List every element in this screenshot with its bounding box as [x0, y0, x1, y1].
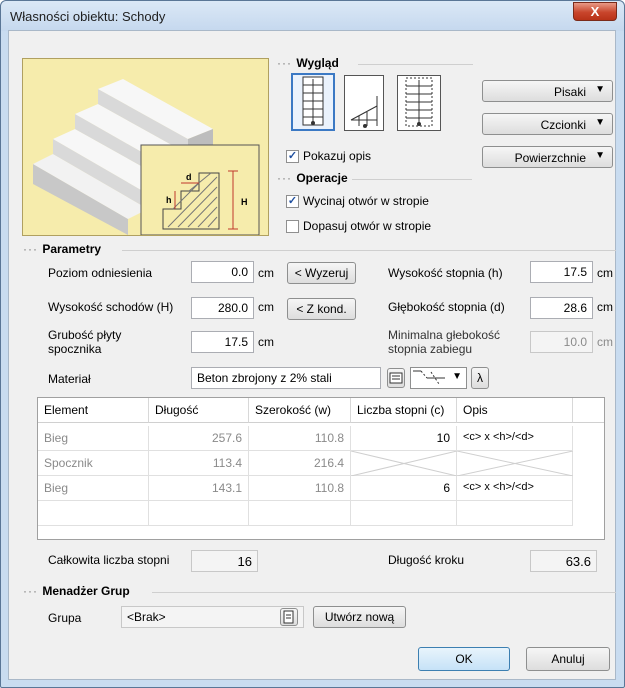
landing-thickness-label: Grubość płyty spocznika [48, 328, 122, 356]
svg-text:d: d [186, 172, 192, 182]
surfaces-label: Powierzchnie [514, 151, 586, 165]
step-length-value: 63.6 [530, 550, 597, 572]
table-cell-element[interactable]: Bieg [38, 476, 149, 501]
step-height-field[interactable]: 17.5 [530, 261, 593, 283]
params-divider [122, 250, 616, 251]
table-cell-width[interactable]: 110.8 [249, 476, 351, 501]
table-empty-cell [457, 501, 573, 526]
stair-preview-image: H d h [22, 58, 269, 236]
stairs-height-unit: cm [258, 300, 274, 314]
min-winder-depth-unit: cm [597, 335, 613, 349]
table-empty-cell [38, 501, 149, 526]
step-depth-unit: cm [597, 300, 613, 314]
cancel-button[interactable]: Anuluj [526, 647, 610, 671]
material-field[interactable]: Beton zbrojony z 2% stali [191, 367, 381, 389]
stair-illustration-icon: H d h [33, 79, 260, 236]
table-cell-steps[interactable]: 6 [351, 476, 457, 501]
params-section-title: ··· Parametry [23, 242, 102, 256]
material-edit-icon[interactable] [387, 368, 405, 388]
table-header-desc: Opis [457, 398, 573, 423]
step-depth-label: Głębokość stopnia (d) [388, 300, 505, 314]
step-height-unit: cm [597, 266, 613, 280]
step-length-label: Długość kroku [388, 553, 465, 567]
from-floor-button[interactable]: < Z kond. [287, 298, 356, 320]
appearance-divider [358, 64, 473, 65]
table-cell-element[interactable]: Spocznik [38, 451, 149, 476]
landing-stair-icon[interactable] [344, 75, 384, 131]
reset-button[interactable]: < Wyzeruj [287, 262, 356, 284]
chevron-down-icon: ▼ [595, 150, 605, 161]
step-depth-field[interactable]: 28.6 [530, 297, 593, 319]
checkmark-icon: ✓ [286, 194, 299, 208]
ref-level-unit: cm [258, 266, 274, 280]
table-cell-length[interactable]: 113.4 [149, 451, 249, 476]
group-browse-icon[interactable] [280, 608, 298, 626]
group-label: Grupa [48, 611, 82, 625]
landing-thickness-field[interactable]: 17.5 [191, 331, 254, 353]
operations-section-title: ··· Operacje [277, 171, 348, 185]
svg-text:H: H [241, 197, 248, 207]
ok-button[interactable]: OK [418, 647, 510, 671]
checkmark-icon: ✓ [286, 149, 299, 163]
ref-level-label: Poziom odniesienia [48, 266, 153, 280]
show-description-checkbox[interactable]: ✓ Pokazuj opis [286, 149, 371, 163]
pens-dropdown-button[interactable]: Pisaki ▼ [482, 80, 613, 102]
landing-thickness-unit: cm [258, 335, 274, 349]
flights-table: Element Długość Szerokość (w) Liczba sto… [37, 397, 605, 540]
groups-divider [152, 592, 616, 593]
table-cell-length[interactable]: 143.1 [149, 476, 249, 501]
table-cell-length[interactable]: 257.6 [149, 426, 249, 451]
table-header-length: Długość [149, 398, 249, 423]
pens-label: Pisaki [553, 85, 586, 99]
table-empty-cell [351, 501, 457, 526]
table-cell-width[interactable]: 110.8 [249, 426, 351, 451]
table-header-width: Szerokość (w) [249, 398, 351, 423]
table-cell-steps-na [350, 450, 458, 477]
title-bar: Własności obiektu: Schody X [1, 1, 624, 31]
table-cell-desc[interactable]: <c> x <h>/<d> [457, 476, 573, 501]
dual-flight-stair-icon[interactable] [397, 75, 441, 131]
create-group-button[interactable]: Utwórz nową [313, 606, 406, 628]
chevron-down-icon: ▼ [452, 371, 462, 382]
table-header-element: Element [38, 398, 149, 423]
stairs-height-label: Wysokość schodów (H) [48, 300, 174, 314]
window-title: Własności obiektu: Schody [10, 9, 166, 24]
surfaces-dropdown-button[interactable]: Powierzchnie ▼ [482, 146, 613, 168]
svg-text:h: h [166, 195, 172, 205]
total-steps-value: 16 [191, 550, 258, 572]
stairs-height-field[interactable]: 280.0 [191, 297, 254, 319]
table-empty-cell [249, 501, 351, 526]
material-label: Materiał [48, 372, 91, 386]
appearance-section-title: ··· Wygląd [277, 56, 339, 70]
fonts-label: Czcionki [540, 118, 586, 132]
table-cell-desc[interactable]: <c> x <h>/<d> [457, 426, 573, 451]
step-height-label: Wysokość stopnia (h) [388, 266, 503, 280]
lambda-button[interactable]: λ [471, 367, 489, 389]
table-cell-width[interactable]: 216.4 [249, 451, 351, 476]
chevron-down-icon: ▼ [595, 117, 605, 128]
hatch-pattern-icon [413, 370, 445, 385]
fit-opening-checkbox[interactable]: Dopasuj otwór w stropie [286, 219, 431, 233]
chevron-down-icon: ▼ [595, 84, 605, 95]
ref-level-field[interactable]: 0.0 [191, 261, 254, 283]
min-winder-depth-label: Minimalna głebokość stopnia zabiegu [388, 328, 501, 356]
close-button[interactable]: X [573, 2, 617, 21]
table-cell-desc-na [456, 450, 574, 477]
total-steps-label: Całkowita liczba stopni [48, 553, 170, 567]
table-empty-cell [149, 501, 249, 526]
table-cell-element[interactable]: Bieg [38, 426, 149, 451]
straight-stair-icon[interactable] [291, 73, 335, 131]
hatch-pattern-dropdown[interactable]: ▼ [410, 367, 467, 389]
operations-divider [352, 179, 472, 180]
table-header-steps: Liczba stopni (c) [351, 398, 457, 423]
cut-opening-checkbox[interactable]: ✓ Wycinaj otwór w stropie [286, 194, 429, 208]
group-field[interactable]: <Brak> [121, 606, 304, 628]
min-winder-depth-field: 10.0 [530, 331, 593, 353]
fonts-dropdown-button[interactable]: Czcionki ▼ [482, 113, 613, 135]
table-cell-steps[interactable]: 10 [351, 426, 457, 451]
groups-section-title: ··· Menadżer Grup [23, 584, 130, 598]
